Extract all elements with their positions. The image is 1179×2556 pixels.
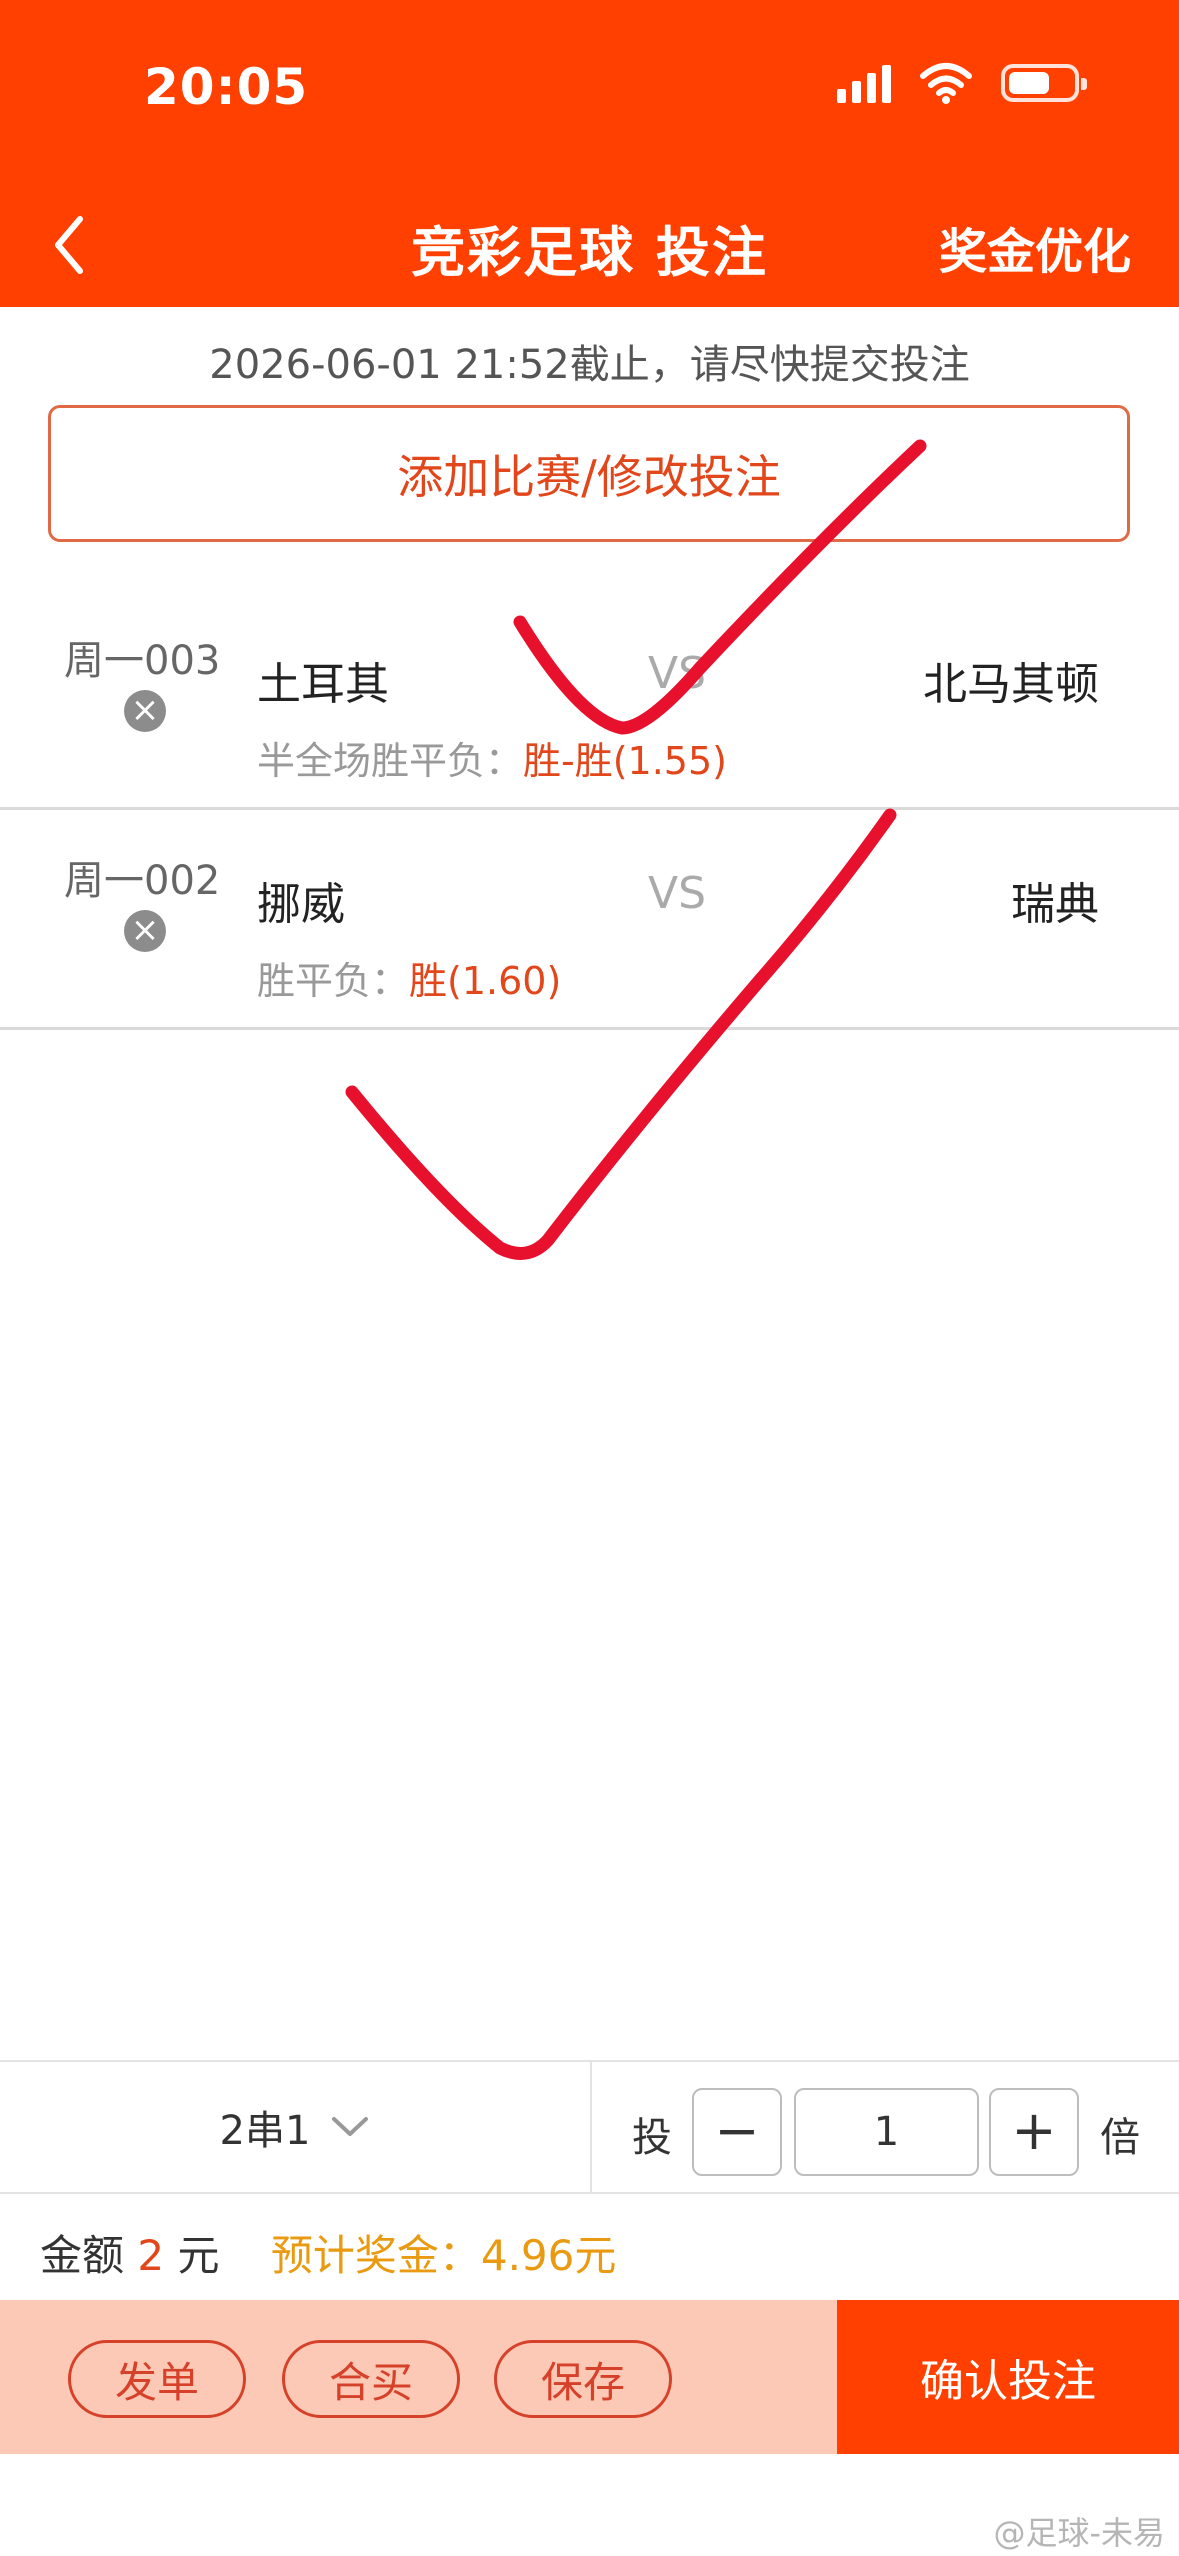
add-match-button[interactable]: 添加比赛/修改投注 <box>48 405 1130 542</box>
watermark: @足球-未易 <box>993 2514 1165 2552</box>
status-icons <box>837 62 1087 104</box>
status-time: 20:05 <box>144 58 309 116</box>
signal-icon <box>837 63 891 103</box>
away-team: 北马其顿 <box>923 659 1099 710</box>
remove-match-icon[interactable]: × <box>124 690 166 732</box>
estimated-prize: 预计奖金：4.96元 <box>270 2231 617 2280</box>
play-selection: 半全场胜平负：胜-胜(1.55) <box>257 730 727 785</box>
confirm-bet-button[interactable]: 确认投注 <box>837 2300 1179 2454</box>
home-team: 土耳其 <box>257 659 389 710</box>
play-selection: 胜平负：胜(1.60) <box>257 950 561 1005</box>
away-team: 瑞典 <box>1011 879 1099 930</box>
increase-multiplier-button[interactable]: + <box>989 2088 1079 2176</box>
app-header: 20:05 竞彩足球 投注 奖金优化 <box>0 0 1179 307</box>
amount-unit: 元 <box>177 2231 220 2280</box>
group-buy-button[interactable]: 合买 <box>282 2340 460 2418</box>
multiplier-stepper: 投 − 1 + 倍 <box>592 2062 1179 2192</box>
action-bar: 发单 合买 保存 确认投注 <box>0 2300 1179 2454</box>
bet-options-bar: 2串1 投 − 1 + 倍 <box>0 2060 1179 2194</box>
chevron-down-icon <box>332 2117 369 2136</box>
play-odds-value: 胜-胜(1.55) <box>523 739 727 783</box>
vs-label: VS <box>648 868 707 919</box>
match-row: 周一003 × 土耳其 VS 北马其顿 半全场胜平负：胜-胜(1.55) <box>0 590 1179 810</box>
amount-summary: 金额 2 元 预计奖金：4.96元 <box>40 2222 616 2283</box>
play-type-label: 胜平负： <box>257 959 410 1003</box>
match-code: 周一003 <box>64 638 221 684</box>
vs-label: VS <box>648 648 707 699</box>
multiplier-suffix: 倍 <box>1100 2115 1140 2161</box>
combo-label: 2串1 <box>219 2108 311 2154</box>
match-code: 周一002 <box>64 858 221 904</box>
post-order-button[interactable]: 发单 <box>68 2340 246 2418</box>
wifi-icon <box>920 63 972 104</box>
multiplier-input[interactable]: 1 <box>794 2088 979 2176</box>
battery-icon <box>1001 64 1087 102</box>
deadline-notice: 2026-06-01 21:52截止，请尽快提交投注 <box>209 342 970 388</box>
remove-match-icon[interactable]: × <box>124 910 166 952</box>
amount-value: 2 <box>137 2231 165 2280</box>
home-team: 挪威 <box>257 879 345 930</box>
amount-label: 金额 <box>40 2231 125 2280</box>
save-button[interactable]: 保存 <box>494 2340 672 2418</box>
match-row: 周一002 × 挪威 VS 瑞典 胜平负：胜(1.60) <box>0 810 1179 1030</box>
bonus-optimize-button[interactable]: 奖金优化 <box>939 212 1131 282</box>
play-type-label: 半全场胜平负： <box>257 739 524 783</box>
multiplier-prefix: 投 <box>632 2115 672 2161</box>
combo-selector[interactable]: 2串1 <box>0 2062 592 2192</box>
decrease-multiplier-button[interactable]: − <box>692 2088 782 2176</box>
play-odds-value: 胜(1.60) <box>409 959 562 1003</box>
